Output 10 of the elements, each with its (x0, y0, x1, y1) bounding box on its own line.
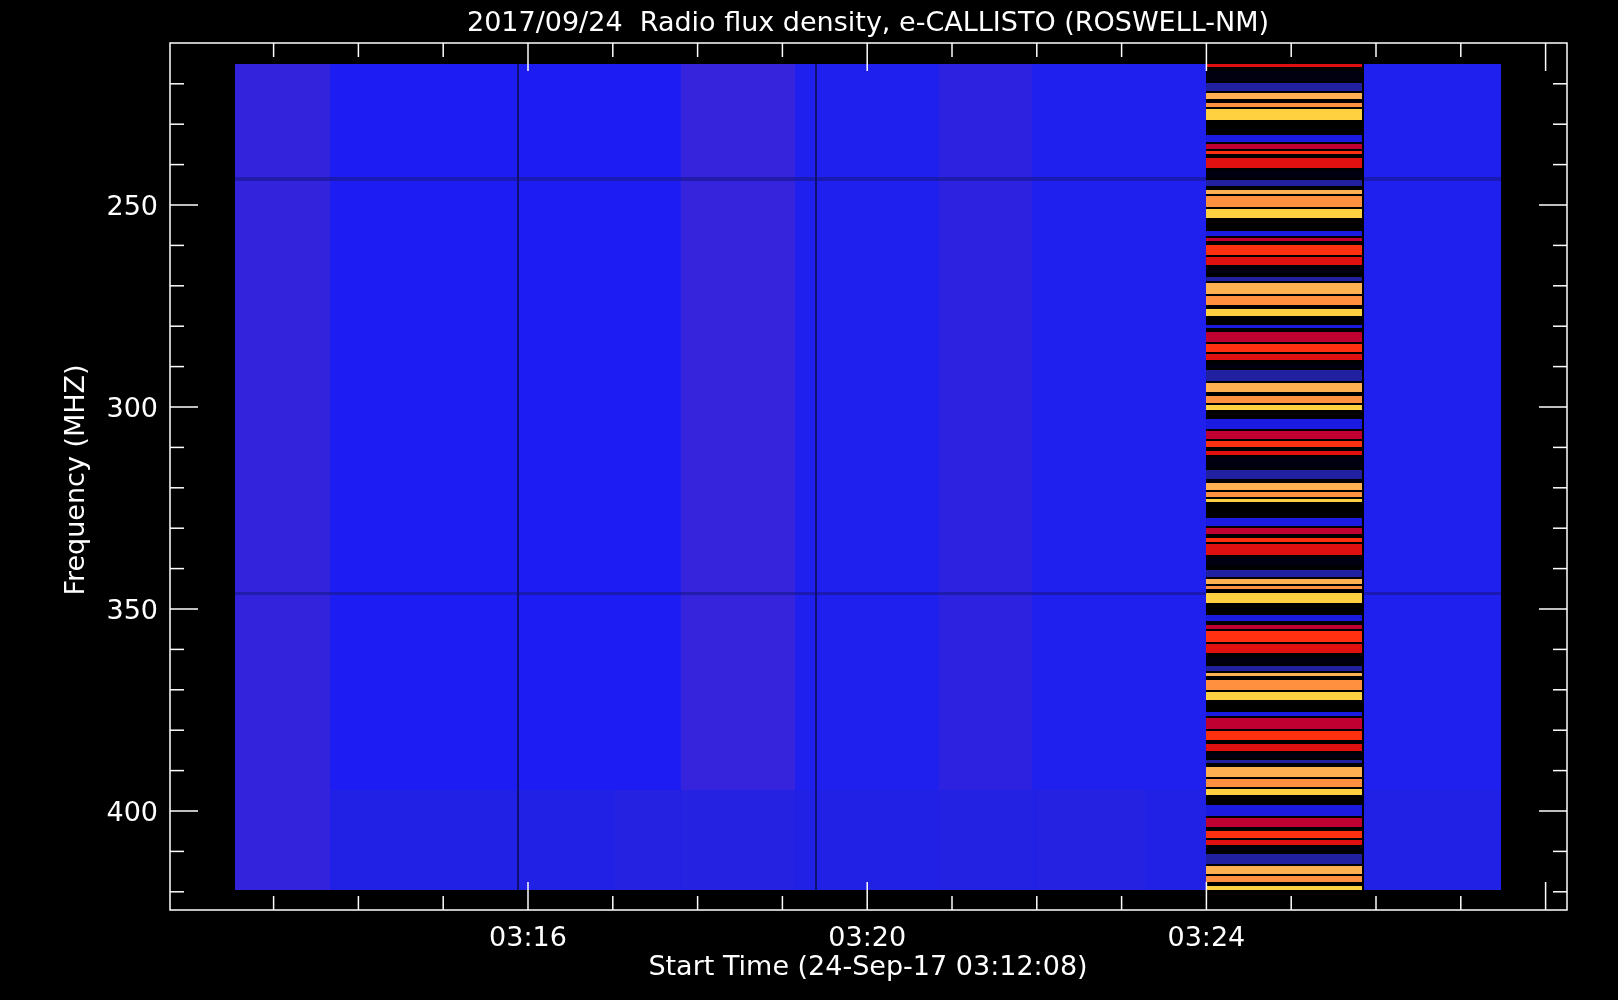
x-tick-label: 03:16 (489, 921, 567, 952)
chart-title: 2017/09/24 Radio flux density, e-CALLISTO (ROSWELL-NM) (466, 6, 1270, 37)
x-tick-label: 03:24 (1167, 921, 1246, 952)
y-tick-label: 350 (106, 594, 158, 625)
y-tick-label: 400 (106, 796, 158, 827)
x-tick-label: 03:20 (828, 921, 907, 952)
y-tick-label: 250 (106, 190, 158, 221)
y-tick-label: 300 (106, 392, 158, 423)
y-axis-label: Frequency (MHZ) (59, 364, 90, 596)
x-axis-label: Start Time (24-Sep-17 03:12:08) (648, 950, 1088, 981)
